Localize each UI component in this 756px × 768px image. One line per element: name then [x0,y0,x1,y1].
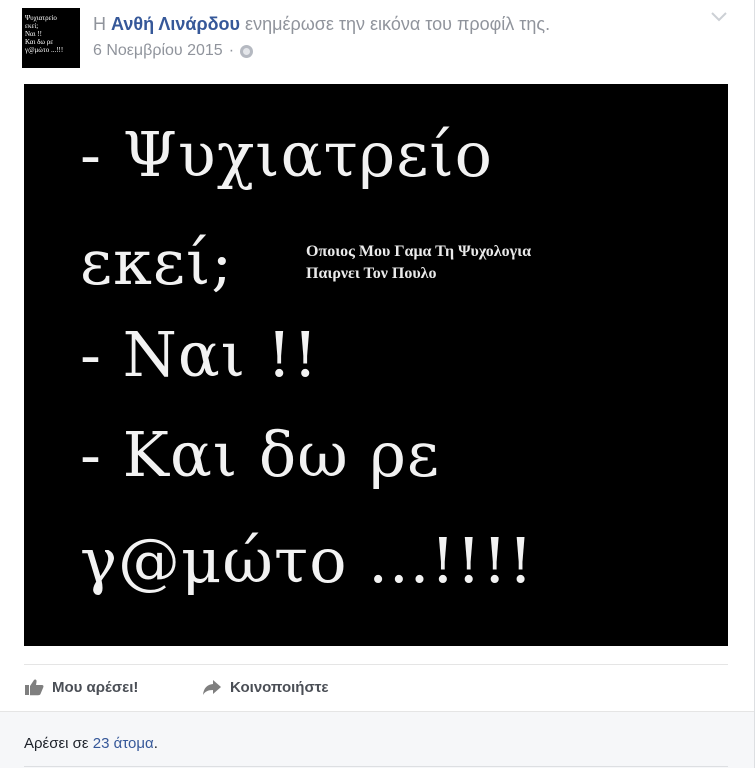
avatar-text-line: Και δω ρε [25,38,54,46]
likes-suffix: . [153,735,158,752]
image-text-line: - Ψυχιατρείο [80,118,493,191]
headline-prefix: Η [93,14,106,34]
post-image[interactable]: - Ψυχιατρείο εκεί; - Ναι !! - Και δω ρε … [24,84,728,646]
likes-summary-bar: Αρέσει σε 23 άτομα. [0,712,754,768]
avatar-text-line: εκεί; [25,22,39,30]
post-timestamp[interactable]: 6 Νοεμβρίου 2015 [93,42,223,60]
thumbs-up-icon [25,679,44,696]
actions-divider [24,664,728,665]
likes-count-link[interactable]: 23 άτομα [93,735,154,752]
image-caption-line: Παιρνει Τον Πουλο [306,265,437,282]
post-headline: Η Ανθή Λινάρδου ενημέρωσε την εικόνα του… [93,14,550,35]
avatar-text-line: Ναι !! [25,30,43,38]
post-card: Ψυχιατρείο εκεί; Ναι !! Και δω ρε γ@μώτο… [0,0,755,768]
post-meta: 6 Νοεμβρίου 2015 · [93,42,254,60]
share-label: Κοινοποιήστε [230,678,329,696]
author-name-link[interactable]: Ανθή Λινάρδου [111,14,240,34]
image-text-line: εκεί; [80,226,234,299]
headline-action: ενημέρωσε την εικόνα του προφίλ της. [245,14,551,34]
profile-avatar[interactable]: Ψυχιατρείο εκεί; Ναι !! Και δω ρε γ@μώτο… [22,8,80,68]
avatar-text-line: γ@μώτο ...!!! [25,46,64,54]
like-button[interactable]: Μου αρέσει! [24,678,138,696]
globe-icon[interactable] [240,44,254,58]
share-button[interactable]: Κοινοποιήστε [202,678,329,696]
comments-divider [24,766,728,767]
image-text-line: γ@μώτο ...!!!! [80,524,535,597]
image-text-line: - Ναι !! [80,318,319,391]
avatar-text-line: Ψυχιατρείο [25,14,57,22]
image-text-line: - Και δω ρε [80,418,441,491]
likes-summary: Αρέσει σε 23 άτομα. [24,735,158,752]
meta-separator: · [228,42,235,59]
image-caption-line: Οποιος Μου Γαμα Τη Ψυχολογια [306,243,532,260]
like-label: Μου αρέσει! [52,678,139,696]
chevron-down-icon[interactable] [709,10,729,24]
likes-prefix: Αρέσει σε [24,735,89,752]
share-arrow-icon [203,680,221,695]
